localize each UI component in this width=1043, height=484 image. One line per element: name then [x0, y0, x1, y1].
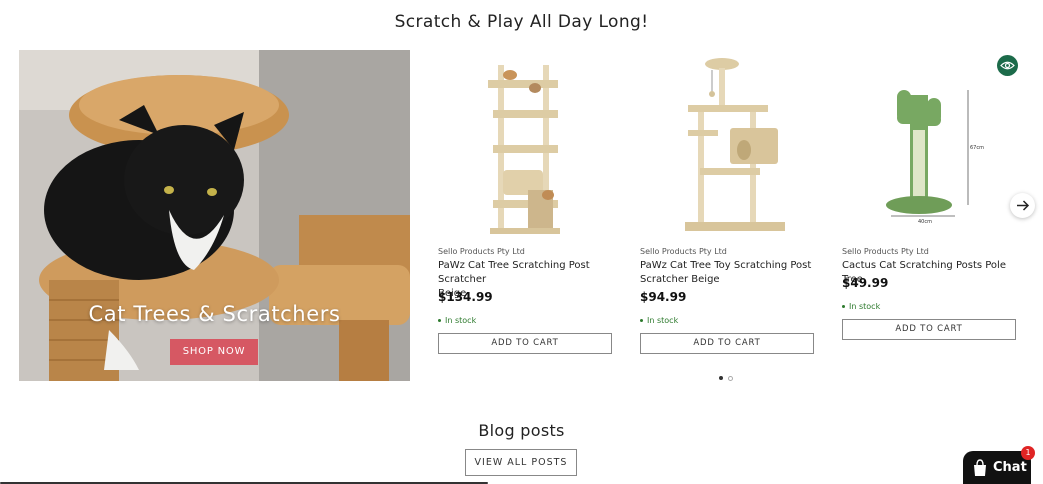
- stock-status: In stock: [640, 316, 678, 325]
- chat-label[interactable]: Chat: [993, 460, 1027, 475]
- product-price: $94.99: [640, 290, 687, 304]
- stock-label: In stock: [849, 302, 881, 311]
- product-image-cactus-scratcher[interactable]: 67cm 40cm: [842, 50, 1016, 238]
- product-vendor: Sello Products Pty Ltd: [842, 247, 929, 256]
- product-vendor: Sello Products Pty Ltd: [640, 247, 727, 256]
- stock-dot-icon: [438, 319, 441, 322]
- carousel-dot[interactable]: [728, 376, 733, 381]
- chat-notification-badge: 1: [1021, 446, 1035, 460]
- section-title: Scratch & Play All Day Long!: [394, 12, 649, 32]
- chat-button[interactable]: Chat 1: [963, 446, 1035, 484]
- add-to-cart-button[interactable]: ADD TO CART: [640, 333, 814, 354]
- stock-label: In stock: [647, 316, 679, 325]
- stock-status: In stock: [842, 302, 880, 311]
- shopping-bag-icon: [974, 459, 986, 476]
- product-vendor: Sello Products Pty Ltd: [438, 247, 525, 256]
- carousel-next-button[interactable]: [1010, 193, 1035, 218]
- quick-view-button[interactable]: [997, 55, 1018, 76]
- product-image-cat-tree-tall[interactable]: [438, 50, 612, 238]
- product-name-line[interactable]: PaWz Cat Tree Toy Scratching Post: [640, 259, 814, 273]
- product-card[interactable]: 67cm 40cm Sello Products Pty Ltd Cactus …: [842, 50, 1016, 341]
- blog-section-title: Blog posts: [478, 421, 565, 440]
- dimension-width-label: 40cm: [918, 219, 932, 225]
- add-to-cart-button[interactable]: ADD TO CART: [842, 319, 1016, 340]
- stock-dot-icon: [640, 319, 643, 322]
- product-card[interactable]: Sello Products Pty Ltd PaWz Cat Tree Scr…: [438, 50, 612, 355]
- product-name-line[interactable]: PaWz Cat Tree Scratching Post Scratcher: [438, 259, 612, 287]
- add-to-cart-button[interactable]: ADD TO CART: [438, 333, 612, 354]
- hero-cat-photo: [19, 50, 410, 381]
- hero-banner[interactable]: Cat Trees & Scratchers SHOP NOW: [19, 50, 410, 381]
- stock-status: In stock: [438, 316, 476, 325]
- view-all-posts-button[interactable]: VIEW ALL POSTS: [465, 449, 577, 476]
- product-price: $134.99: [438, 290, 493, 304]
- product-card[interactable]: Sello Products Pty Ltd PaWz Cat Tree Toy…: [640, 50, 814, 355]
- product-name-line[interactable]: Scratcher Beige: [640, 273, 814, 287]
- carousel-dot-active[interactable]: [719, 376, 723, 380]
- product-price: $49.99: [842, 276, 889, 290]
- dimension-height-label: 67cm: [970, 145, 984, 151]
- product-image-cat-tree-toy[interactable]: [640, 50, 814, 238]
- stock-label: In stock: [445, 316, 477, 325]
- hero-title: Cat Trees & Scratchers: [88, 302, 341, 326]
- shop-now-button[interactable]: SHOP NOW: [170, 339, 258, 365]
- arrow-right-icon: [1017, 200, 1030, 211]
- product-name[interactable]: PaWz Cat Tree Toy Scratching Post Scratc…: [640, 259, 814, 287]
- eye-icon: [1000, 61, 1015, 70]
- stock-dot-icon: [842, 305, 845, 308]
